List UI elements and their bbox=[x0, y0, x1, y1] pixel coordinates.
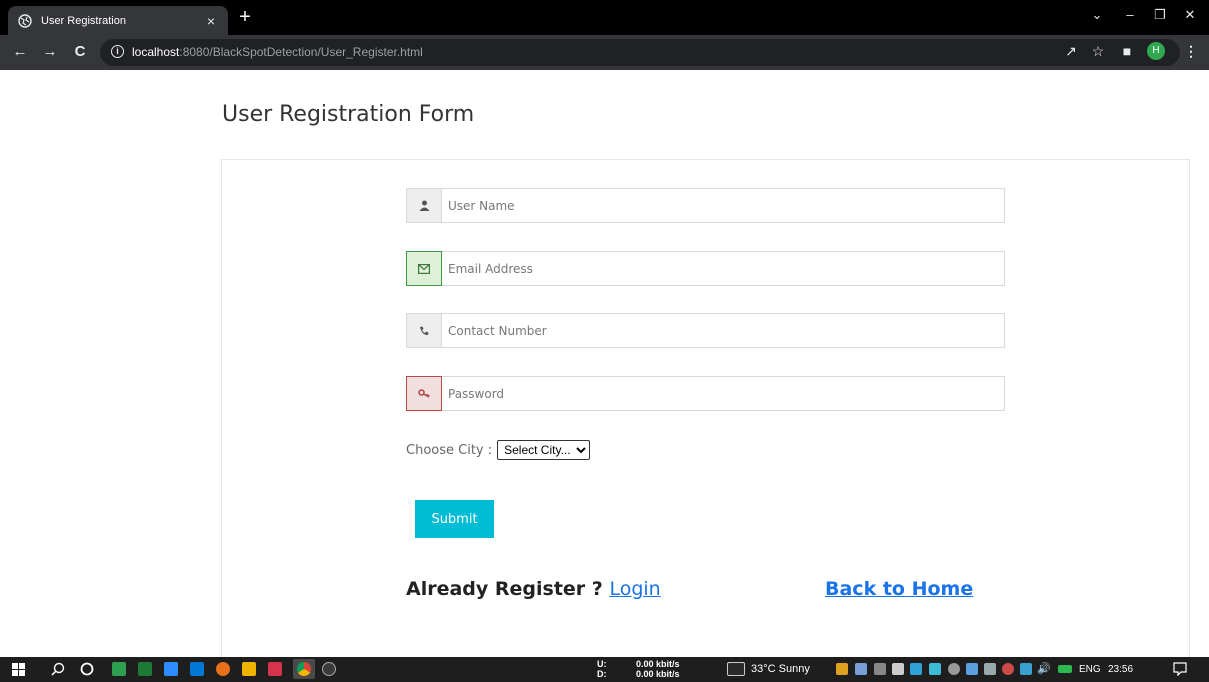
new-tab-button[interactable]: + bbox=[234, 5, 256, 29]
share-icon[interactable]: ↗ bbox=[1062, 43, 1080, 60]
tray-icon-2[interactable] bbox=[855, 663, 867, 675]
page-title: User Registration Form bbox=[222, 102, 475, 127]
bookmark-star-icon[interactable]: ☆ bbox=[1089, 43, 1107, 60]
profile-avatar[interactable]: H bbox=[1147, 42, 1165, 60]
password-field bbox=[406, 376, 1005, 411]
tray-icon-11[interactable] bbox=[1020, 663, 1032, 675]
reload-icon[interactable]: C bbox=[71, 43, 89, 61]
url-text[interactable]: localhost:8080/BlackSpotDetection/User_R… bbox=[132, 45, 423, 59]
tray-icon-5[interactable] bbox=[910, 663, 922, 675]
contact-input[interactable] bbox=[442, 314, 1004, 347]
tray-icon-3[interactable] bbox=[874, 663, 886, 675]
tray-icon-7[interactable] bbox=[948, 663, 960, 675]
password-input[interactable] bbox=[442, 377, 1004, 410]
submit-button[interactable]: Submit bbox=[415, 500, 494, 538]
username-input[interactable] bbox=[442, 189, 1004, 222]
already-registered-text: Already Register ? bbox=[406, 578, 603, 600]
side-panel-icon[interactable]: ■ bbox=[1118, 43, 1136, 59]
user-icon bbox=[407, 189, 442, 222]
tray-icon-10[interactable] bbox=[1002, 663, 1014, 675]
net-down-value: 0.00 kbit/s bbox=[636, 669, 680, 679]
email-field bbox=[406, 251, 1005, 286]
minimize-icon[interactable]: – bbox=[1120, 4, 1140, 26]
tab-strip: User Registration × + ⌄ – ❐ ✕ bbox=[0, 0, 1209, 35]
site-info-icon[interactable]: i bbox=[111, 45, 124, 58]
tray-icon-9[interactable] bbox=[984, 663, 996, 675]
globe-icon bbox=[18, 13, 32, 28]
browser-toolbar: ← → C i localhost:8080/BlackSpotDetectio… bbox=[0, 35, 1209, 70]
app-icon-chrome-active[interactable] bbox=[293, 659, 315, 679]
taskbar: U: D: 0.00 kbit/s 0.00 kbit/s 33°C Sunny… bbox=[0, 657, 1209, 682]
language-indicator[interactable]: ENG bbox=[1079, 664, 1101, 675]
cortana-icon[interactable] bbox=[80, 662, 94, 676]
username-field bbox=[406, 188, 1005, 223]
app-icon-xampp[interactable] bbox=[268, 662, 282, 676]
weather-widget-icon[interactable] bbox=[727, 662, 745, 676]
url-path: :8080/BlackSpotDetection/User_Register.h… bbox=[179, 45, 423, 59]
net-up-label: U: bbox=[597, 659, 607, 669]
menu-kebab-icon[interactable]: ⋮ bbox=[1182, 43, 1200, 60]
city-label: Choose City : bbox=[406, 442, 493, 458]
app-icon-zoom[interactable] bbox=[164, 662, 178, 676]
net-up-value: 0.00 kbit/s bbox=[636, 659, 680, 669]
tab-search-chevron-icon[interactable]: ⌄ bbox=[1087, 4, 1107, 26]
app-icon-photos[interactable] bbox=[112, 662, 126, 676]
city-row: Choose City : Select City... bbox=[406, 440, 591, 460]
back-arrow-icon[interactable]: ← bbox=[11, 43, 29, 61]
tray-icon-1[interactable] bbox=[836, 663, 848, 675]
login-link[interactable]: Login bbox=[609, 578, 660, 600]
tray-icon-6[interactable] bbox=[929, 663, 941, 675]
tab-close-icon[interactable]: × bbox=[204, 13, 218, 29]
clock[interactable]: 23:56 bbox=[1108, 664, 1133, 675]
contact-field bbox=[406, 313, 1005, 348]
browser-tab[interactable]: User Registration × bbox=[8, 6, 228, 35]
url-host: localhost bbox=[132, 45, 180, 59]
back-to-home-link[interactable]: Back to Home bbox=[825, 578, 973, 600]
net-down-label: D: bbox=[597, 669, 607, 679]
phone-icon bbox=[407, 314, 442, 347]
weather-text[interactable]: 33°C Sunny bbox=[751, 663, 810, 675]
tray-icon-8[interactable] bbox=[966, 663, 978, 675]
city-select[interactable]: Select City... bbox=[497, 440, 591, 460]
app-icon-excel[interactable] bbox=[138, 662, 152, 676]
window-close-icon[interactable]: ✕ bbox=[1180, 4, 1200, 26]
envelope-icon bbox=[406, 251, 442, 286]
forward-arrow-icon[interactable]: → bbox=[41, 43, 59, 61]
windows-start-icon[interactable] bbox=[12, 663, 25, 676]
email-input[interactable] bbox=[442, 252, 1004, 285]
app-icon-file-explorer[interactable] bbox=[242, 662, 256, 676]
search-icon[interactable] bbox=[51, 662, 65, 676]
tray-icon-4[interactable] bbox=[892, 663, 904, 675]
tab-title: User Registration bbox=[41, 14, 126, 27]
key-icon bbox=[406, 376, 442, 411]
address-bar[interactable]: i localhost:8080/BlackSpotDetection/User… bbox=[100, 39, 1180, 66]
battery-icon[interactable] bbox=[1058, 665, 1072, 673]
notification-icon[interactable] bbox=[1173, 662, 1187, 676]
volume-icon[interactable]: 🔊 bbox=[1037, 662, 1051, 675]
app-icon-firefox[interactable] bbox=[216, 662, 230, 676]
already-registered-line: Already Register ? Login bbox=[406, 578, 661, 600]
app-icon-settings[interactable] bbox=[322, 662, 336, 676]
app-icon-mail[interactable] bbox=[190, 662, 204, 676]
restore-icon[interactable]: ❐ bbox=[1150, 4, 1170, 26]
